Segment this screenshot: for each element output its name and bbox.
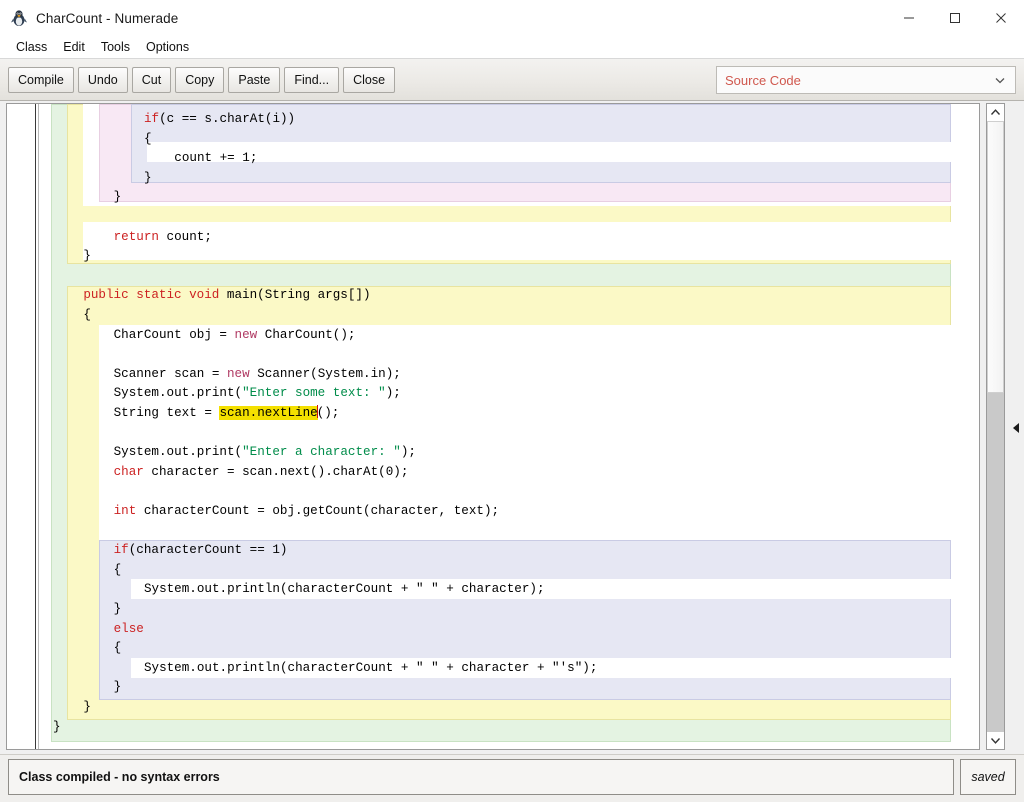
menu-item-options[interactable]: Options [138, 38, 197, 57]
triangle-left-icon[interactable] [1009, 419, 1022, 437]
code-line: { [114, 639, 122, 659]
code-line: { [114, 561, 122, 581]
code-line: System.out.println(characterCount + " " … [144, 580, 545, 600]
code-line: if(c == s.charAt(i)) [144, 110, 295, 130]
chevron-down-icon[interactable] [987, 732, 1004, 749]
window-title: CharCount - Numerade [36, 11, 178, 26]
status-badge: saved [960, 759, 1016, 795]
bluej-penguin-icon [10, 9, 28, 27]
code-line: } [83, 698, 91, 718]
code-line: { [83, 306, 91, 326]
code-line: System.out.print("Enter a character: "); [114, 443, 416, 463]
code-line: else [114, 620, 144, 640]
close-button[interactable]: Close [343, 67, 395, 93]
code-line: String text = scan.nextLine(); [114, 404, 340, 424]
code-line: { [144, 130, 152, 150]
breakpoint-gutter[interactable] [7, 104, 36, 749]
code-line: return count; [114, 228, 212, 248]
code-line: char character = scan.next().charAt(0); [114, 463, 409, 483]
code-line: Scanner scan = new Scanner(System.in); [114, 365, 401, 385]
code-line: } [114, 678, 122, 698]
copy-button[interactable]: Copy [175, 67, 224, 93]
scrollbar-thumb[interactable] [987, 121, 1004, 393]
status-bar: Class compiled - no syntax errors saved [0, 754, 1024, 802]
compile-button[interactable]: Compile [8, 67, 74, 93]
code-line: } [114, 188, 122, 208]
bluej-editor-window: CharCount - Numerade Class Edit Tools Op… [0, 0, 1024, 802]
menu-item-tools[interactable]: Tools [93, 38, 138, 57]
code-line: count += 1; [174, 149, 257, 169]
statement-strip-return [83, 222, 951, 260]
menu-bar: Class Edit Tools Options [0, 36, 1024, 59]
toolbar: Compile Undo Cut Copy Paste Find... Clos… [0, 59, 1024, 101]
code-line: } [114, 600, 122, 620]
gutter-divider [36, 104, 39, 749]
chevron-down-icon [993, 73, 1007, 87]
code-line: CharCount obj = new CharCount(); [114, 326, 356, 346]
view-select-value: Source Code [725, 73, 993, 88]
code-line: int characterCount = obj.getCount(charac… [114, 502, 499, 522]
editor-region: if(c == s.charAt(i)){count += 1;}}return… [0, 101, 1024, 754]
undo-button[interactable]: Undo [78, 67, 128, 93]
source-editor[interactable]: if(c == s.charAt(i)){count += 1;}}return… [6, 103, 980, 750]
view-select[interactable]: Source Code [716, 66, 1016, 94]
menu-item-edit[interactable]: Edit [55, 38, 93, 57]
code-line: } [144, 169, 152, 189]
cut-button[interactable]: Cut [132, 67, 171, 93]
minimize-icon[interactable] [886, 0, 932, 36]
title-bar: CharCount - Numerade [0, 0, 1024, 36]
chevron-up-icon[interactable] [987, 104, 1004, 121]
code-line: public static void main(String args[]) [83, 286, 370, 306]
maximize-icon[interactable] [932, 0, 978, 36]
statement-strip-count [147, 142, 951, 162]
close-icon[interactable] [978, 0, 1024, 36]
code-canvas[interactable]: if(c == s.charAt(i)){count += 1;}}return… [7, 104, 979, 749]
paste-button[interactable]: Paste [228, 67, 280, 93]
vertical-scrollbar[interactable] [986, 103, 1005, 750]
find-button[interactable]: Find... [284, 67, 339, 93]
code-line: } [83, 247, 91, 267]
code-line: System.out.print("Enter some text: "); [114, 384, 401, 404]
code-line: if(characterCount == 1) [114, 541, 288, 561]
code-line: System.out.println(characterCount + " " … [144, 659, 597, 679]
code-line: } [53, 718, 61, 738]
scrollbar-track[interactable] [987, 121, 1004, 732]
status-message: Class compiled - no syntax errors [8, 759, 954, 795]
menu-item-class[interactable]: Class [8, 38, 55, 57]
scrollbar-lower-track[interactable] [987, 393, 1004, 732]
window-controls [886, 0, 1024, 36]
